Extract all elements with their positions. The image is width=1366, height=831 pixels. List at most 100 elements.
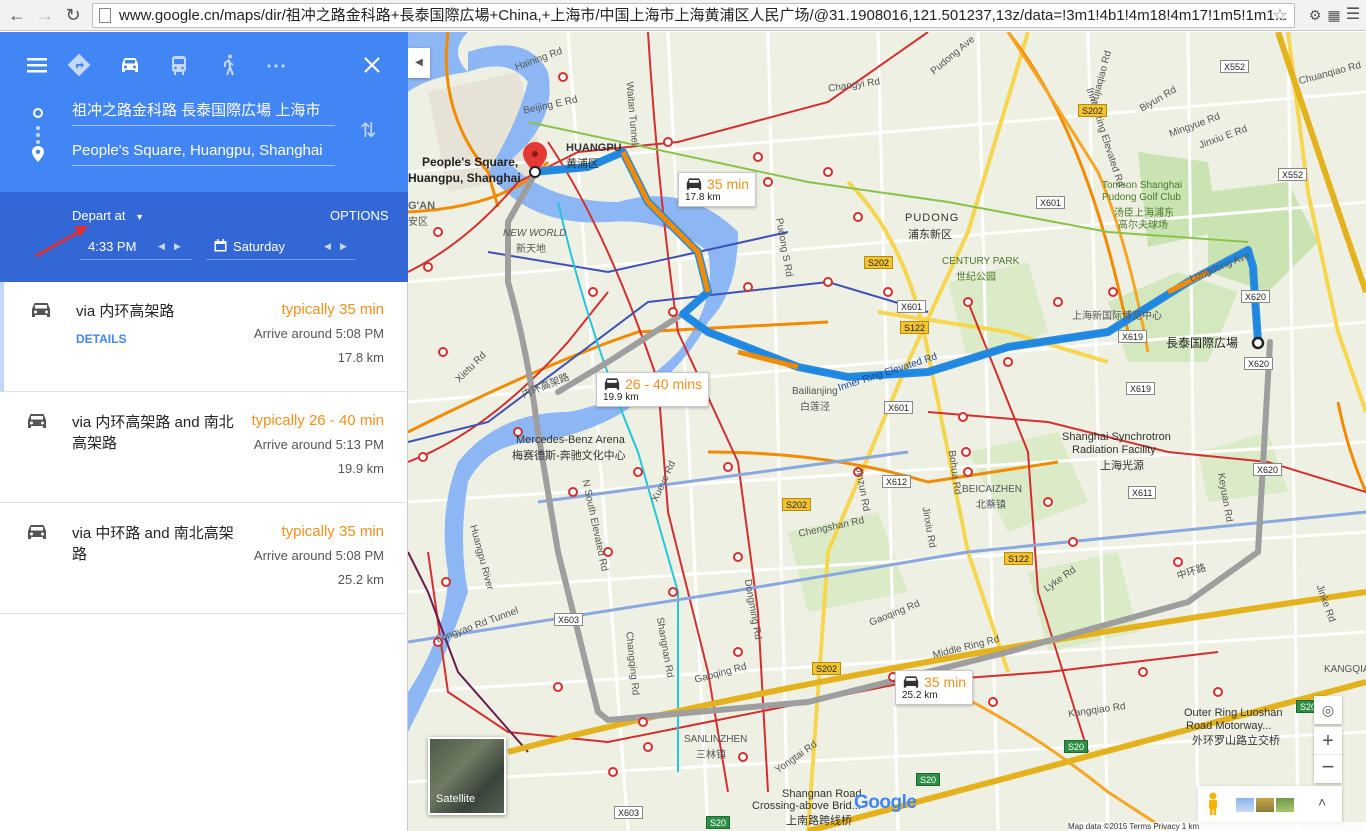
district-label: 安区 <box>408 217 428 228</box>
route-time: typically 35 min <box>281 523 384 540</box>
poi-label: Shangnan Road <box>782 788 862 800</box>
route-option-3[interactable]: via 中环路 and 南北高架路 typically 35 min Arriv… <box>0 504 408 614</box>
route-option-2[interactable]: via 内环高架路 and 南北高架路 typically 26 - 40 mi… <box>0 393 408 503</box>
bubble-distance: 17.8 km <box>685 192 721 203</box>
area-label: 白莲泾 <box>800 402 830 413</box>
road-shield: S202 <box>1078 104 1108 117</box>
options-button[interactable]: OPTIONS <box>330 208 389 223</box>
expand-icon[interactable]: ˄ <box>1318 794 1326 810</box>
road-shield: X603 <box>554 613 584 626</box>
poi-label: Mercedes-Benz Arena <box>516 434 625 446</box>
area-label: 北蔡镇 <box>976 500 1006 511</box>
google-logo-text: Google <box>854 792 917 813</box>
directions-header: 祖冲之路金科路 長泰国際広場 上海市 People's Square, Huan… <box>0 32 408 192</box>
zoom-in-button[interactable]: + <box>1314 727 1342 755</box>
car-icon <box>28 525 46 539</box>
satellite-toggle[interactable]: Satellite <box>428 737 506 815</box>
collapse-panel-button[interactable]: ◀ <box>408 48 430 78</box>
day-next-icon[interactable]: ▶ <box>340 241 347 252</box>
origin-dot-icon <box>33 108 43 118</box>
more-modes-icon[interactable] <box>263 52 289 78</box>
extension-icon[interactable]: ⚙ <box>1306 6 1324 24</box>
road-shield: S20 <box>916 773 941 786</box>
route-distance: 17.8 km <box>337 350 384 365</box>
annotation-arrow <box>35 226 88 258</box>
transit-mode-icon[interactable] <box>166 52 192 78</box>
day-value: Saturday <box>233 239 286 254</box>
time-prev-icon[interactable]: ◀ <box>158 241 165 252</box>
area-label: 新天地 <box>516 244 546 255</box>
bubble-time: 35 min <box>924 674 967 690</box>
menu-icon[interactable] <box>24 52 50 78</box>
walking-mode-icon[interactable] <box>216 52 242 78</box>
directions-panel: 祖冲之路金科路 長泰国際広場 上海市 People's Square, Huan… <box>0 32 408 831</box>
park-label: CENTURY PARK <box>942 256 1020 267</box>
origin-input[interactable]: 祖冲之路金科路 長泰国際広場 上海市 <box>72 98 335 126</box>
map-canvas[interactable]: Haining Rd Beijing E Rd Waitan Tunnel HU… <box>408 32 1366 831</box>
terrain-thumb[interactable] <box>1256 798 1274 812</box>
poi-label: Radiation Facility <box>1072 444 1156 456</box>
route-option-1[interactable]: via 内环高架路 typically 35 min Arrive around… <box>0 282 408 392</box>
road-shield: X611 <box>1128 486 1157 499</box>
road-shield: X552 <box>1220 60 1250 73</box>
area-label: 三林镇 <box>696 750 726 761</box>
road-shield: X552 <box>1278 168 1308 181</box>
poi-label: 外环罗山路立交桥 <box>1192 735 1280 747</box>
route-via: via 内环高架路 and 南北高架路 <box>72 414 234 452</box>
route-bubble-2[interactable]: 26 - 40 mins 19.9 km <box>596 372 710 407</box>
destination-input[interactable]: People's Square, Huangpu, Shanghai <box>72 138 335 166</box>
my-location-icon[interactable]: ◎ <box>1314 696 1342 724</box>
district-label: HUANGPU <box>566 142 622 154</box>
poi-label: Shanghai Synchrotron <box>1062 431 1171 443</box>
time-next-icon[interactable]: ▶ <box>174 241 181 252</box>
swap-icon[interactable]: ⇅ <box>360 118 384 142</box>
bubble-time: 26 - 40 mins <box>625 376 703 392</box>
bookmark-star-icon[interactable]: ☆ <box>1272 4 1288 27</box>
details-link[interactable]: DETAILS <box>76 332 126 346</box>
forward-icon[interactable]: → <box>34 4 56 26</box>
close-icon[interactable] <box>359 52 385 78</box>
route-time: typically 26 - 40 min <box>251 412 384 429</box>
area-label: NEW WORLD <box>503 228 567 239</box>
district-label: 黄浦区 <box>566 158 599 170</box>
depart-dropdown[interactable]: Depart at ▼ <box>72 208 144 223</box>
reload-icon[interactable]: ↻ <box>62 4 84 26</box>
browser-toolbar: ← → ↻ www.google.cn/maps/dir/祖冲之路金科路+長泰国… <box>0 0 1366 31</box>
road-shield: S202 <box>864 256 894 269</box>
day-field[interactable]: Saturday <box>206 232 356 260</box>
photo-thumb[interactable] <box>1276 798 1294 812</box>
satellite-label: Satellite <box>436 793 476 805</box>
road-shield: X620 <box>1253 463 1283 476</box>
menu-icon[interactable]: ☰ <box>1344 6 1362 24</box>
pegman-icon[interactable] <box>1206 792 1220 816</box>
car-mode-icon[interactable] <box>117 52 143 78</box>
address-bar[interactable]: www.google.cn/maps/dir/祖冲之路金科路+長泰国際広場+Ch… <box>92 3 1295 28</box>
zoom-out-button[interactable]: − <box>1314 755 1342 782</box>
area-label: Bailianjing <box>792 386 838 397</box>
page-icon <box>99 8 111 23</box>
park-label: Pudong Golf Club <box>1102 192 1181 203</box>
earth-thumb[interactable] <box>1236 798 1254 812</box>
car-icon <box>32 303 50 317</box>
road-shield: X601 <box>897 300 927 313</box>
google-logo: Google <box>854 792 917 814</box>
directions-mode-icon[interactable] <box>66 52 92 78</box>
road-shield: X620 <box>1244 357 1274 370</box>
road-shield: S202 <box>782 498 812 511</box>
imagery-strip[interactable]: ˄ <box>1198 786 1342 822</box>
back-icon[interactable]: ← <box>6 4 28 26</box>
road-shield: X619 <box>1126 382 1156 395</box>
route-bubble-1[interactable]: 35 min 17.8 km <box>678 172 757 207</box>
depart-label: Depart at <box>72 208 126 223</box>
route-distance: 25.2 km <box>337 572 384 587</box>
district-label: PUDONG <box>905 212 960 224</box>
route-dots <box>36 133 40 137</box>
day-prev-icon[interactable]: ◀ <box>324 241 331 252</box>
route-via: via 中环路 and 南北高架路 <box>72 525 234 563</box>
poi-label: Crossing-above Brid... <box>752 800 861 812</box>
road-shield: X601 <box>884 401 914 414</box>
depart-panel: Depart at ▼ OPTIONS 4:33 PM ◀ ▶ Saturday… <box>0 192 408 282</box>
route-bubble-3[interactable]: 35 min 25.2 km <box>895 670 974 705</box>
extension-icon-2[interactable]: ▦ <box>1325 6 1343 24</box>
car-icon <box>604 378 620 390</box>
